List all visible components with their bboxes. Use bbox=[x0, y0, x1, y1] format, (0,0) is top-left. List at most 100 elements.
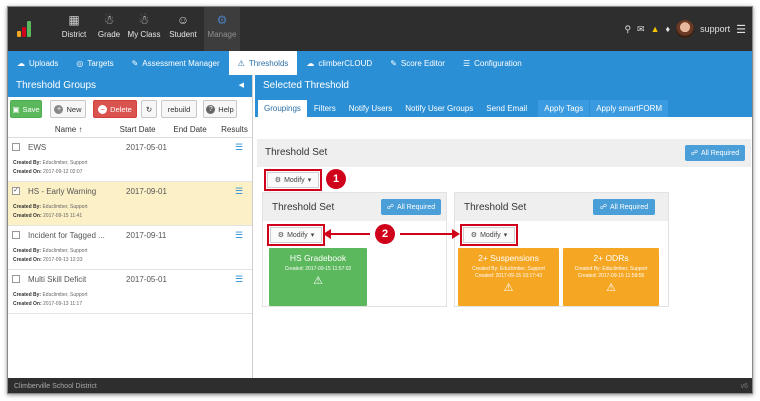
tab-groupings[interactable]: Groupings bbox=[258, 100, 307, 117]
results-list-icon[interactable]: ☰ bbox=[235, 230, 243, 241]
bell-icon[interactable]: ♦ bbox=[666, 24, 671, 34]
question-icon: ? bbox=[206, 104, 216, 114]
table-row[interactable]: EWS 2017-05-01 ☰ Created By: Educlimber,… bbox=[8, 138, 252, 182]
threshold-card[interactable]: 2+ ODRs Created By: Educlimber, Support C… bbox=[563, 248, 659, 306]
building-icon: ▦ bbox=[68, 13, 80, 27]
app-logo-icon[interactable] bbox=[17, 21, 35, 37]
subnav-thresholds[interactable]: ⚠ Thresholds bbox=[228, 51, 298, 75]
row-created-on: Created On: 2017-09-13 11:17 bbox=[13, 301, 83, 307]
all-required-button[interactable]: ☍ All Required bbox=[381, 199, 441, 215]
subset-title: Threshold Set bbox=[272, 202, 335, 213]
subnav-uploads[interactable]: ☁ Uploads bbox=[8, 51, 67, 75]
top-nav-bar: ▦ District ☃ Grade ☃ My Class ☺ Student … bbox=[8, 7, 752, 51]
search-icon[interactable]: ⚲ bbox=[624, 24, 631, 35]
link-icon: ☍ bbox=[690, 150, 698, 157]
link-icon: ☍ bbox=[386, 204, 394, 211]
all-required-label: All Required bbox=[700, 149, 740, 157]
nav-my-class-label: My Class bbox=[127, 30, 161, 39]
all-required-button[interactable]: ☍ All Required bbox=[685, 145, 745, 161]
card-meta: Created By: Educlimber, Support Created: … bbox=[574, 266, 648, 279]
all-required-button[interactable]: ☍ All Required bbox=[593, 199, 655, 215]
row-checkbox[interactable]: ✓ bbox=[12, 187, 20, 195]
district-name: Climberville School District bbox=[14, 383, 97, 390]
nav-manage[interactable]: ⚙ Manage bbox=[204, 7, 240, 51]
threshold-tabs: Groupings Filters Notify Users Notify Us… bbox=[255, 97, 752, 117]
panel-header: Threshold Groups ◀ bbox=[8, 75, 252, 97]
threshold-card[interactable]: HS Gradebook Created: 2017-09-15 11:57:0… bbox=[269, 248, 367, 306]
target-icon: ◎ bbox=[76, 58, 84, 68]
tab-filters[interactable]: Filters bbox=[308, 100, 342, 117]
subnav-assessment-manager[interactable]: ✎ Assessment Manager bbox=[123, 51, 229, 75]
column-start-date[interactable]: Start Date bbox=[112, 125, 170, 134]
nav-district[interactable]: ▦ District bbox=[54, 13, 94, 47]
nav-grade-label: Grade bbox=[97, 30, 121, 39]
avatar[interactable] bbox=[676, 20, 695, 38]
table-row[interactable]: Multi Skill Deficit 2017-05-01 ☰ Created… bbox=[8, 270, 252, 314]
tab-send-email[interactable]: Send Email bbox=[480, 100, 533, 117]
selected-threshold-title: Selected Threshold bbox=[255, 75, 752, 97]
row-created-by: Created By: Educlimber, Support bbox=[13, 204, 88, 210]
row-start-date: 2017-05-01 bbox=[126, 275, 167, 284]
nav-grade[interactable]: ☃ Grade bbox=[94, 13, 124, 47]
card-created: Created: 2017-09-15 11:57:02 bbox=[284, 266, 352, 272]
row-checkbox[interactable] bbox=[12, 231, 20, 239]
subnav-targets[interactable]: ◎ Targets bbox=[67, 51, 122, 75]
save-button[interactable]: ▣ Save bbox=[10, 100, 42, 118]
group-icon: ☃ bbox=[103, 13, 115, 27]
warning-icon: ⚠ bbox=[237, 58, 245, 68]
toolbar: ▣ Save + New − Delete ↻ rebuild ? Help bbox=[8, 97, 252, 121]
subnav-targets-label: Targets bbox=[87, 58, 114, 68]
row-created-on: Created On: 2017-09-13 12:33 bbox=[13, 257, 83, 263]
row-start-date: 2017-09-01 bbox=[126, 187, 167, 196]
help-button[interactable]: ? Help bbox=[203, 100, 237, 118]
panel-title: Threshold Groups bbox=[16, 80, 97, 91]
tab-notify-users[interactable]: Notify Users bbox=[343, 100, 399, 117]
user-name[interactable]: support bbox=[700, 24, 730, 34]
top-right-tools: ⚲ ✉ ▲ ♦ support ☰ bbox=[624, 19, 746, 39]
user-icon: ☺ bbox=[176, 13, 190, 27]
row-checkbox[interactable] bbox=[12, 143, 20, 151]
save-label: Save bbox=[22, 104, 40, 114]
table-header: Name ↑ Start Date End Date Results bbox=[8, 121, 252, 138]
footer-bar: Climberville School District v6 bbox=[8, 378, 752, 393]
hamburger-menu-icon[interactable]: ☰ bbox=[736, 23, 746, 36]
subnav-score-editor-label: Score Editor bbox=[400, 58, 445, 68]
app-window: ▦ District ☃ Grade ☃ My Class ☺ Student … bbox=[7, 6, 753, 394]
collapse-left-icon[interactable]: ◀ bbox=[239, 81, 244, 89]
all-required-label: All Required bbox=[609, 203, 649, 211]
mail-icon[interactable]: ✉ bbox=[637, 24, 645, 35]
cloud-alert-icon[interactable]: ▲ bbox=[651, 24, 660, 34]
new-button[interactable]: + New bbox=[50, 100, 86, 118]
rebuild-button[interactable]: rebuild bbox=[161, 100, 197, 118]
threshold-card[interactable]: 2+ Suspensions Created By: Educlimber, S… bbox=[458, 248, 559, 306]
delete-button[interactable]: − Delete bbox=[93, 100, 137, 118]
table-row[interactable]: Incident for Tagged ... 2017-09-11 ☰ Cre… bbox=[8, 226, 252, 270]
subnav-climbercloud[interactable]: ☁ climberCLOUD bbox=[297, 51, 381, 75]
nav-student[interactable]: ☺ Student bbox=[164, 13, 202, 47]
results-list-icon[interactable]: ☰ bbox=[235, 186, 243, 197]
subnav-assessment-manager-label: Assessment Manager bbox=[142, 58, 220, 68]
subnav-configuration[interactable]: ☰ Configuration bbox=[454, 51, 531, 75]
results-list-icon[interactable]: ☰ bbox=[235, 142, 243, 153]
tab-notify-user-groups[interactable]: Notify User Groups bbox=[399, 100, 479, 117]
annotation-badge: 2 bbox=[375, 224, 395, 244]
subnav-score-editor[interactable]: ✎ Score Editor bbox=[381, 51, 454, 75]
subset-header: Threshold Set ☍ All Required bbox=[263, 193, 446, 221]
tab-apply-tags[interactable]: Apply Tags bbox=[538, 100, 590, 117]
column-name[interactable]: Name ↑ bbox=[30, 125, 112, 134]
refresh-button[interactable]: ↻ bbox=[141, 100, 157, 118]
card-title: HS Gradebook bbox=[289, 253, 347, 263]
tab-apply-smartform[interactable]: Apply smartFORM bbox=[590, 100, 669, 117]
link-icon: ☍ bbox=[599, 204, 607, 211]
row-checkbox[interactable] bbox=[12, 275, 20, 283]
results-list-icon[interactable]: ☰ bbox=[235, 274, 243, 285]
pencil-icon: ✎ bbox=[390, 58, 397, 68]
warning-icon: ⚠ bbox=[503, 282, 514, 294]
row-created-by: Created By: Educlimber, Support bbox=[13, 160, 88, 166]
column-results[interactable]: Results bbox=[221, 125, 252, 134]
threshold-subset: Threshold Set ☍ All Required ⚙ Modify ▾ HS … bbox=[262, 192, 447, 307]
column-end-date[interactable]: End Date bbox=[169, 125, 221, 134]
table-row[interactable]: ✓ HS - Early Warning 2017-09-01 ☰ Create… bbox=[8, 182, 252, 226]
nav-my-class[interactable]: ☃ My Class bbox=[124, 13, 164, 47]
help-label: Help bbox=[218, 104, 234, 114]
